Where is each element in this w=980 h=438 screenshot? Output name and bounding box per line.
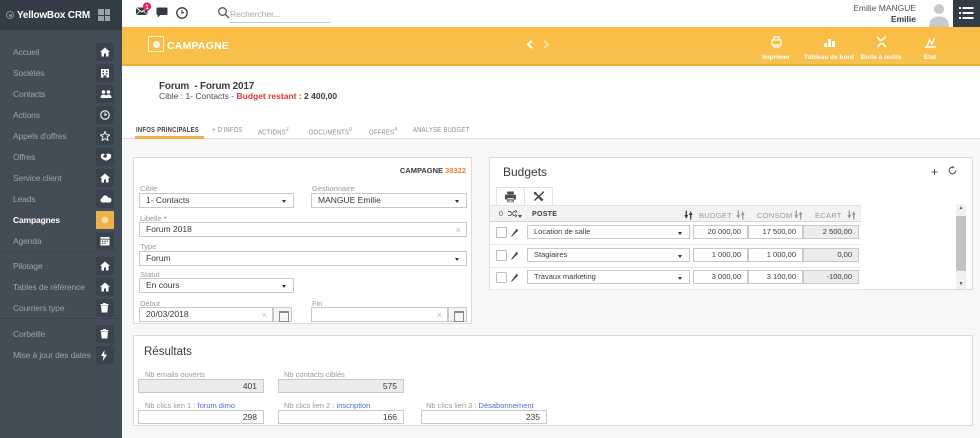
svg-text:1: 1 (145, 4, 149, 11)
